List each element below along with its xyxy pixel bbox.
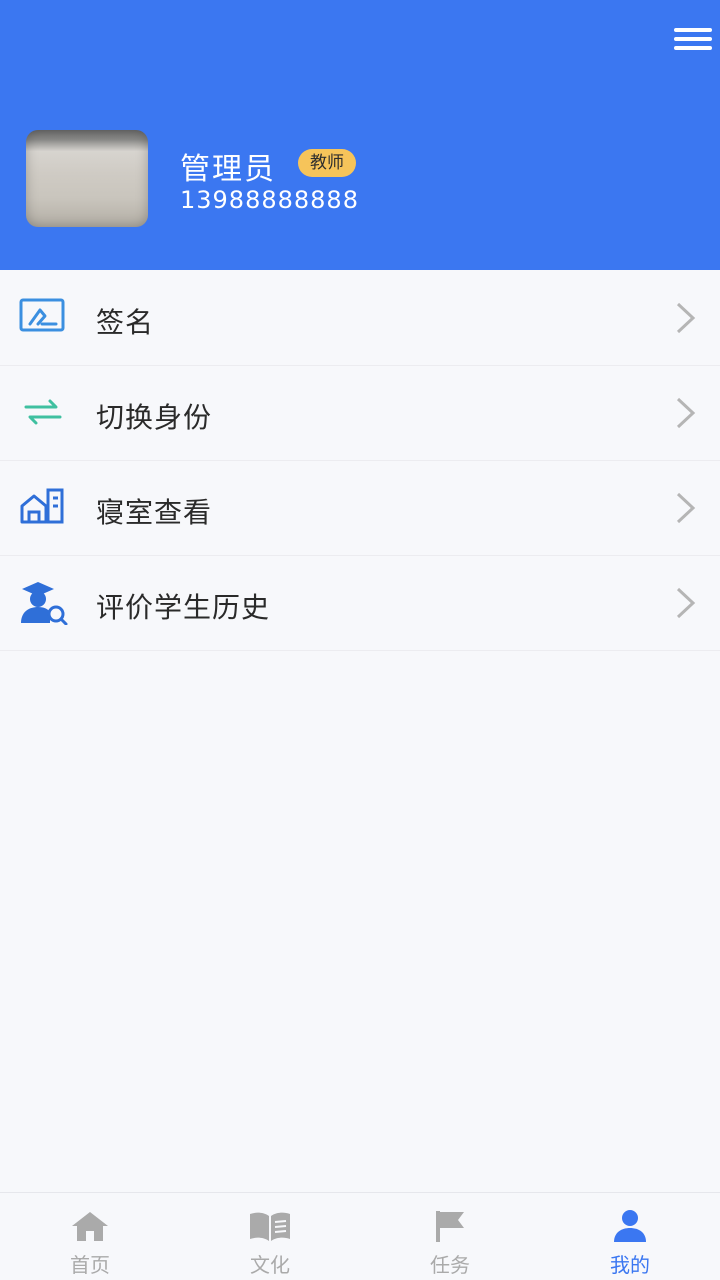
chevron-right-icon — [676, 302, 696, 334]
user-name: 管理员 — [180, 152, 276, 187]
profile-page: 管理员 教师 13988888888 签名 切换身份 寝室查看 评价学生历史 首… — [0, 0, 720, 1280]
book-icon — [250, 1212, 290, 1241]
student-search-icon — [21, 582, 68, 625]
tab-label: 任务 — [430, 1253, 470, 1277]
signature-icon — [19, 298, 65, 332]
menu-item-label: 切换身份 — [96, 401, 213, 434]
menu-item-dormitory[interactable]: 寝室查看 — [0, 461, 720, 556]
flag-icon — [436, 1211, 464, 1242]
menu-item-label: 评价学生历史 — [96, 591, 271, 624]
menu-item-signature[interactable]: 签名 — [0, 271, 720, 366]
tab-mine[interactable]: 我的 — [540, 1193, 720, 1280]
chevron-right-icon — [676, 587, 696, 619]
menu-list: 签名 切换身份 寝室查看 评价学生历史 — [0, 271, 720, 651]
menu-item-label: 签名 — [96, 306, 155, 339]
chevron-right-icon — [676, 397, 696, 429]
chevron-right-icon — [676, 492, 696, 524]
avatar[interactable] — [26, 130, 148, 227]
role-badge: 教师 — [298, 149, 356, 177]
menu-item-evaluation-history[interactable]: 评价学生历史 — [0, 556, 720, 651]
tab-culture[interactable]: 文化 — [180, 1193, 360, 1280]
hamburger-menu-icon[interactable] — [674, 24, 712, 54]
person-icon — [614, 1210, 646, 1242]
tab-label: 文化 — [250, 1253, 290, 1277]
tab-label: 我的 — [610, 1253, 650, 1277]
tab-label: 首页 — [70, 1253, 110, 1277]
profile-header: 管理员 教师 13988888888 — [0, 0, 720, 270]
bottom-tab-bar: 首页 文化 任务 我的 — [0, 1192, 720, 1280]
home-icon — [72, 1212, 108, 1241]
user-phone: 13988888888 — [180, 186, 359, 214]
tab-tasks[interactable]: 任务 — [360, 1193, 540, 1280]
switch-arrows-icon — [24, 399, 62, 425]
menu-item-switch-identity[interactable]: 切换身份 — [0, 366, 720, 461]
dormitory-icon — [20, 488, 64, 524]
menu-item-label: 寝室查看 — [96, 496, 213, 529]
tab-home[interactable]: 首页 — [0, 1193, 180, 1280]
